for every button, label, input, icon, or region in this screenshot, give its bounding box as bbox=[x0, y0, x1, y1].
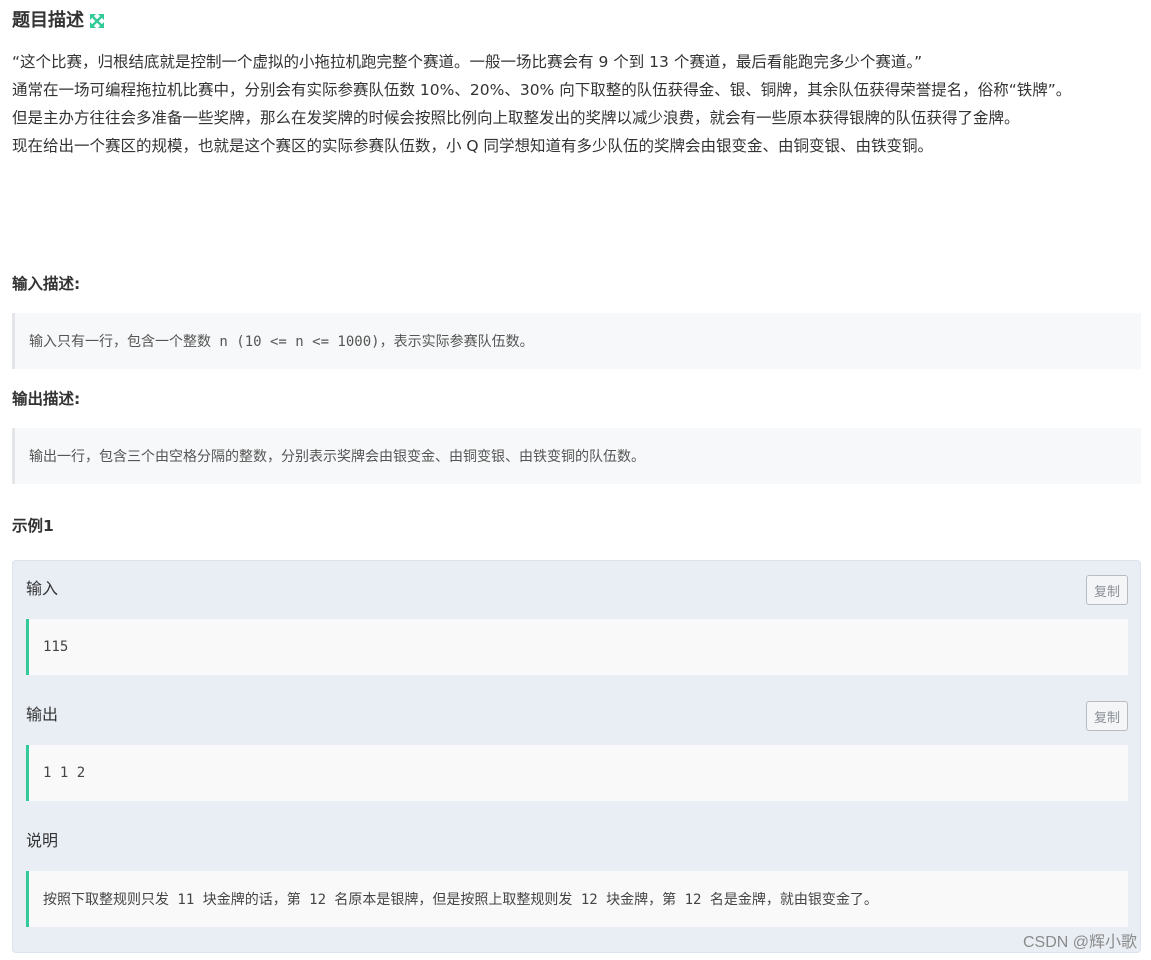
description-paragraph: 现在给出一个赛区的规模，也就是这个赛区的实际参赛队伍数，小 Q 同学想知道有多少… bbox=[12, 137, 934, 155]
title-row: 题目描述 bbox=[12, 8, 105, 34]
example-explain-block: 按照下取整规则只发 11 块金牌的话，第 12 名原本是银牌，但是按照上取整规则… bbox=[26, 871, 1128, 927]
page-title: 题目描述 bbox=[12, 10, 84, 31]
output-description-text: 输出一行，包含三个由空格分隔的整数，分别表示奖牌会由银变金、由铜变银、由铁变铜的… bbox=[29, 449, 645, 465]
example-box: 输入 复制 115 输出 复制 1 1 2 说明 按照下取整规则只发 11 块金… bbox=[12, 560, 1141, 953]
copy-output-button[interactable]: 复制 bbox=[1086, 701, 1128, 731]
expand-arrows-icon[interactable] bbox=[89, 13, 105, 29]
input-description-text: 输入只有一行，包含一个整数 n (10 <= n <= 1000)，表示实际参赛… bbox=[29, 334, 534, 350]
example-input-label: 输入 bbox=[26, 579, 59, 598]
example-input-value: 115 bbox=[43, 639, 69, 655]
csdn-watermark: CSDN @辉小歌 bbox=[1022, 934, 1137, 951]
example-output-label: 输出 bbox=[26, 705, 59, 724]
example-explain-text: 按照下取整规则只发 11 块金牌的话，第 12 名原本是银牌，但是按照上取整规则… bbox=[43, 892, 878, 908]
description-paragraph: 通常在一场可编程拖拉机比赛中，分别会有实际参赛队伍数 10%、20%、30% 向… bbox=[12, 81, 1072, 99]
example-explain-label: 说明 bbox=[26, 831, 59, 850]
input-description-heading: 输入描述: bbox=[12, 275, 81, 293]
description-paragraph: “这个比赛，归根结底就是控制一个虚拟的小拖拉机跑完整个赛道。一般一场比赛会有 9… bbox=[12, 53, 923, 71]
example-heading: 示例1 bbox=[12, 517, 54, 535]
copy-input-button[interactable]: 复制 bbox=[1086, 575, 1128, 605]
example-input-block[interactable]: 115 bbox=[26, 619, 1128, 675]
output-description-heading: 输出描述: bbox=[12, 390, 81, 408]
output-description-block: 输出一行，包含三个由空格分隔的整数，分别表示奖牌会由银变金、由铜变银、由铁变铜的… bbox=[12, 428, 1141, 484]
example-output-value: 1 1 2 bbox=[43, 765, 86, 781]
description-paragraph: 但是主办方往往会多准备一些奖牌，那么在发奖牌的时候会按照比例向上取整发出的奖牌以… bbox=[12, 109, 1020, 127]
input-description-block: 输入只有一行，包含一个整数 n (10 <= n <= 1000)，表示实际参赛… bbox=[12, 313, 1141, 369]
example-output-block[interactable]: 1 1 2 bbox=[26, 745, 1128, 801]
problem-description: “这个比赛，归根结底就是控制一个虚拟的小拖拉机跑完整个赛道。一般一场比赛会有 9… bbox=[12, 48, 1137, 160]
